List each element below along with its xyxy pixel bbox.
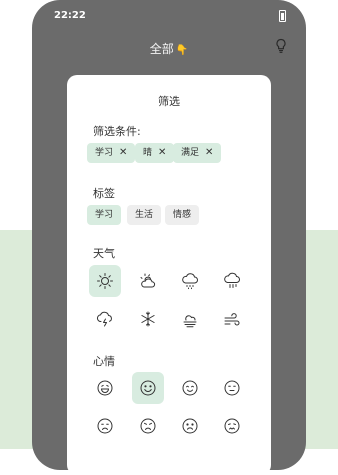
condition-chip-label: 学习 [95, 148, 114, 158]
close-icon[interactable]: ✕ [158, 147, 166, 158]
neutral-face-icon[interactable] [216, 372, 248, 404]
condition-chip[interactable]: 晴 ✕ [135, 143, 175, 163]
status-time: 22:22 [54, 10, 86, 21]
angry-face-icon[interactable] [132, 410, 164, 442]
tags-label: 标签 [93, 187, 115, 200]
laughing-face-icon[interactable] [89, 372, 121, 404]
condition-chip[interactable]: 学习 ✕ [87, 143, 136, 163]
heavy-rain-cloud-icon[interactable] [216, 265, 248, 297]
tag-chip[interactable]: 情感 [165, 205, 200, 225]
haze-icon[interactable] [174, 303, 206, 335]
sad-face-icon[interactable] [89, 410, 121, 442]
rain-cloud-icon[interactable] [174, 265, 206, 297]
smiling-face-icon[interactable] [132, 372, 164, 404]
hand-down-icon: 👇 [175, 45, 189, 56]
mood-label: 心情 [93, 355, 115, 368]
filter-sheet: 筛选 筛选条件: 学习 ✕ 晴 ✕ 满足 ✕ 标签 学习 生活 情感 天气 心情 [67, 75, 271, 475]
close-icon[interactable]: ✕ [119, 147, 127, 158]
tag-chip[interactable]: 学习 [87, 205, 122, 225]
battery-icon [279, 10, 286, 22]
condition-chip-label: 晴 [143, 148, 153, 158]
condition-chip-label: 满足 [181, 148, 200, 158]
tag-chip[interactable]: 生活 [127, 205, 162, 225]
close-icon[interactable]: ✕ [205, 147, 213, 158]
sheet-title: 筛选 [158, 95, 180, 108]
header-title-dropdown[interactable]: 全部 👇 [32, 40, 306, 57]
partly-cloudy-icon[interactable] [132, 265, 164, 297]
annoyed-face-icon[interactable] [216, 410, 248, 442]
header-title: 全部 [149, 42, 174, 56]
weather-label: 天气 [93, 247, 115, 260]
phone-screen: 22:22 全部 👇 筛选 筛选条件: 学习 ✕ 晴 ✕ 满足 ✕ 标签 学习 生活 情… [32, 0, 306, 475]
condition-chip[interactable]: 满足 ✕ [173, 143, 222, 163]
content-face-icon[interactable] [174, 372, 206, 404]
conditions-label: 筛选条件: [93, 125, 141, 138]
snowflake-icon[interactable] [132, 303, 164, 335]
thunderstorm-icon[interactable] [89, 303, 121, 335]
wind-icon[interactable] [216, 303, 248, 335]
sunny-icon[interactable] [89, 265, 121, 297]
frowning-face-icon[interactable] [174, 410, 206, 442]
lightbulb-icon[interactable] [274, 38, 288, 54]
